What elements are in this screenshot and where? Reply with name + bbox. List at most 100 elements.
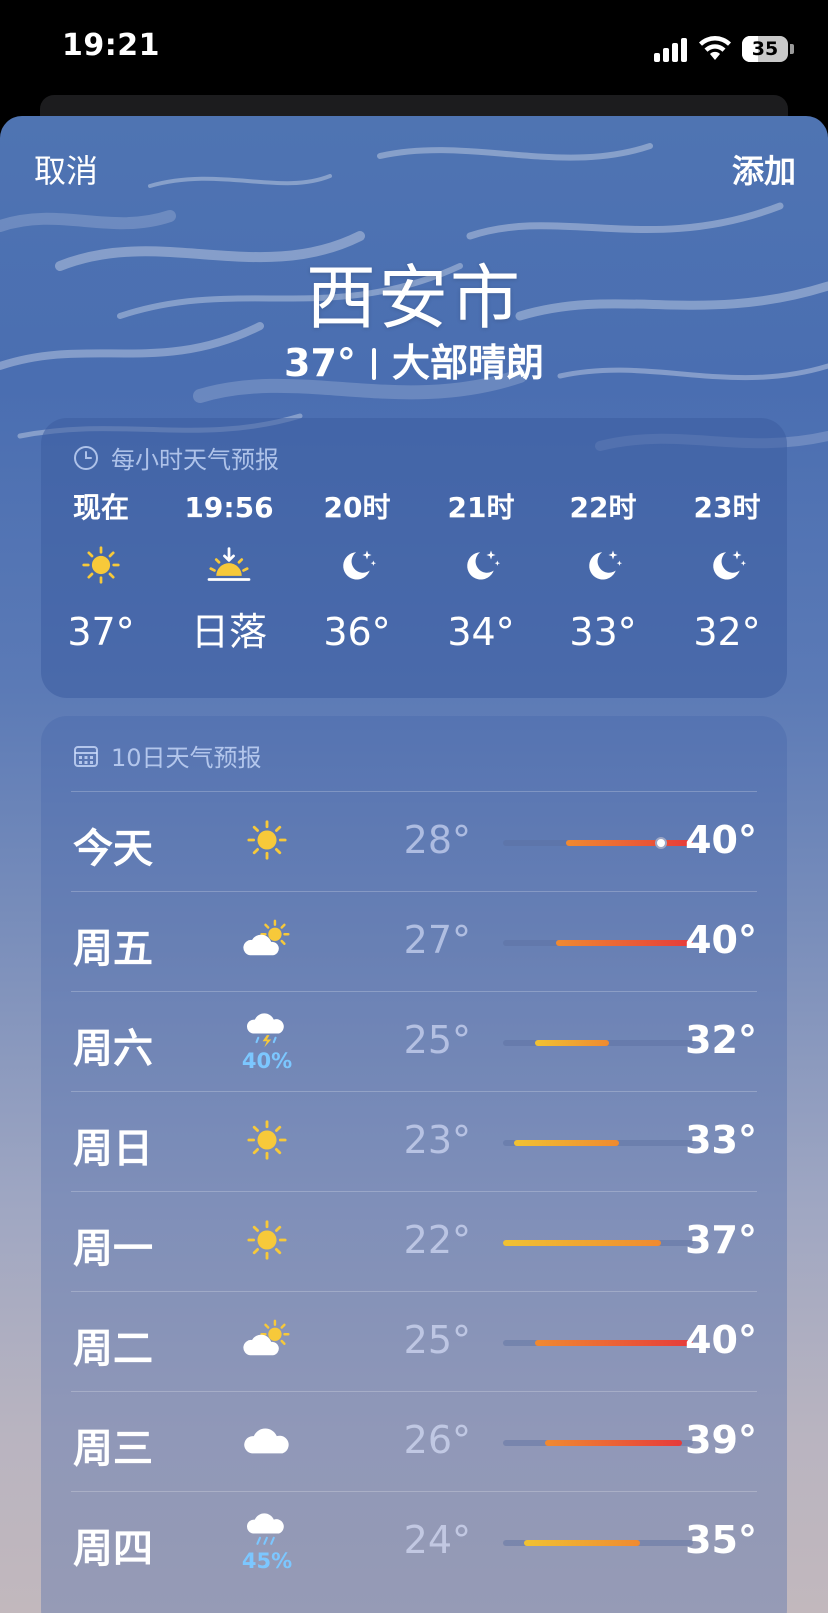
sun-icon (246, 819, 288, 865)
moon-stars-icon (297, 528, 417, 602)
daily-forecast-title: 10日天气预报 (111, 744, 262, 772)
temperature-range-fill (524, 1540, 641, 1546)
hourly-item: 20时 36° (297, 488, 417, 662)
hour-temperature: 34° (447, 610, 515, 654)
rain-icon (246, 1511, 288, 1553)
hour-label: 23时 (693, 491, 761, 524)
high-temperature: 35° (685, 1518, 757, 1562)
hour-temperature: 37° (67, 610, 135, 654)
day-condition: 40% (231, 1000, 303, 1084)
hourly-item: 23时 32° (667, 488, 787, 662)
hour-label: 20时 (323, 491, 391, 524)
hourly-forecast-list[interactable]: 现在 37° 19:56 日落 20时 36° 21时 34° 22时 33° 23时 32 (41, 488, 787, 688)
add-button[interactable]: 添加 (732, 146, 796, 192)
battery-icon: 35 (742, 36, 788, 62)
status-time: 19:21 (62, 28, 160, 63)
high-temperature: 40° (685, 918, 757, 962)
day-condition (231, 1300, 303, 1384)
low-temperature: 27° (403, 918, 471, 962)
low-temperature: 26° (403, 1418, 471, 1462)
day-condition (231, 1200, 303, 1284)
temperature-range-fill (545, 1440, 683, 1446)
cancel-button[interactable]: 取消 (34, 146, 98, 192)
temperature-range-fill (503, 1240, 662, 1246)
daily-row[interactable]: 今天 28° 40° (71, 791, 757, 891)
wifi-icon (699, 36, 731, 60)
clock-icon (74, 445, 98, 470)
partly-cloudy-icon (240, 1319, 295, 1365)
low-temperature: 25° (403, 1018, 471, 1062)
current-summary: 37° 大部晴朗 (0, 332, 828, 387)
high-temperature: 40° (685, 1318, 757, 1362)
precipitation-chance: 45% (241, 1549, 293, 1573)
moon-stars-icon (421, 528, 541, 602)
day-name: 周五 (73, 926, 153, 972)
hourly-forecast-card[interactable]: 每小时天气预报 现在 37° 19:56 日落 20时 36° 21时 34° 22时 3… (41, 418, 787, 698)
current-temperature: 37° (284, 341, 356, 385)
sunset-icon (169, 528, 289, 602)
daily-forecast-header: 10日天气预报 (73, 738, 262, 773)
daily-forecast-list[interactable]: 今天 28° 40° 周五 27° 40° 周六 40% 25° 32° 周日 23° 33° 周一 2… (71, 791, 757, 1591)
daily-row[interactable]: 周五 27° 40° (71, 891, 757, 991)
daily-forecast-card[interactable]: 10日天气预报 今天 28° 40° 周五 27° 40° 周六 40% 25° 32° 周日 2… (41, 716, 787, 1613)
hour-temperature: 32° (693, 610, 761, 654)
hour-label: 19:56 (184, 491, 274, 524)
day-name: 周二 (73, 1326, 153, 1372)
low-temperature: 22° (403, 1218, 471, 1262)
temperature-range-fill (513, 1140, 620, 1146)
day-condition (231, 900, 303, 984)
day-name: 周日 (73, 1126, 153, 1172)
day-name: 周一 (73, 1226, 153, 1272)
daily-row[interactable]: 周一 22° 37° (71, 1191, 757, 1291)
low-temperature: 23° (403, 1118, 471, 1162)
low-temperature: 24° (403, 1518, 471, 1562)
thunderstorm-icon (246, 1011, 288, 1053)
day-name: 今天 (73, 826, 153, 872)
hourly-item: 21时 34° (421, 488, 541, 662)
day-condition: 45% (231, 1500, 303, 1584)
hour-label: 现在 (72, 491, 129, 524)
cellular-signal-icon (654, 38, 690, 62)
sun-icon (41, 528, 161, 602)
moon-stars-icon (667, 528, 787, 602)
daily-row[interactable]: 周日 23° 33° (71, 1091, 757, 1191)
hourly-item: 22时 33° (543, 488, 663, 662)
partly-cloudy-icon (240, 919, 295, 965)
high-temperature: 37° (685, 1218, 757, 1262)
hourly-item: 现在 37° (41, 488, 161, 662)
day-condition (231, 1100, 303, 1184)
sun-icon (246, 1219, 288, 1265)
city-name: 西安市 (306, 257, 522, 339)
calendar-icon (74, 745, 98, 767)
high-temperature: 33° (685, 1118, 757, 1162)
hour-temperature: 日落 (190, 610, 267, 654)
moon-stars-icon (543, 528, 663, 602)
battery-nub (790, 44, 794, 54)
precipitation-chance: 40% (241, 1049, 293, 1073)
low-temperature: 28° (403, 818, 471, 862)
status-bar: 19:21 35 (0, 0, 828, 100)
high-temperature: 32° (685, 1018, 757, 1062)
daily-row[interactable]: 周二 25° 40° (71, 1291, 757, 1391)
hourly-forecast-header: 每小时天气预报 (73, 440, 279, 475)
daily-row[interactable]: 周三 26° 39° (71, 1391, 757, 1491)
day-condition (231, 1400, 303, 1484)
daily-row[interactable]: 周四 45% 24° 35° (71, 1491, 757, 1591)
high-temperature: 39° (685, 1418, 757, 1462)
hour-temperature: 36° (323, 610, 391, 654)
day-condition (231, 800, 303, 884)
hour-temperature: 33° (569, 610, 637, 654)
day-name: 周四 (73, 1526, 153, 1572)
high-temperature: 40° (685, 818, 757, 862)
weather-sheet: 取消 添加 西安市 37° 大部晴朗 每小时天气预报 现在 37° 19:56 日落 2… (0, 116, 828, 1613)
hour-label: 22时 (569, 491, 637, 524)
hourly-item: 19:56 日落 (169, 488, 289, 662)
cloud-icon (242, 1419, 292, 1465)
daily-row[interactable]: 周六 40% 25° 32° (71, 991, 757, 1091)
sun-icon (246, 1119, 288, 1165)
summary-separator (371, 348, 376, 380)
day-name: 周三 (73, 1426, 153, 1472)
hour-label: 21时 (447, 491, 515, 524)
battery-percent: 35 (751, 38, 779, 60)
low-temperature: 25° (403, 1318, 471, 1362)
